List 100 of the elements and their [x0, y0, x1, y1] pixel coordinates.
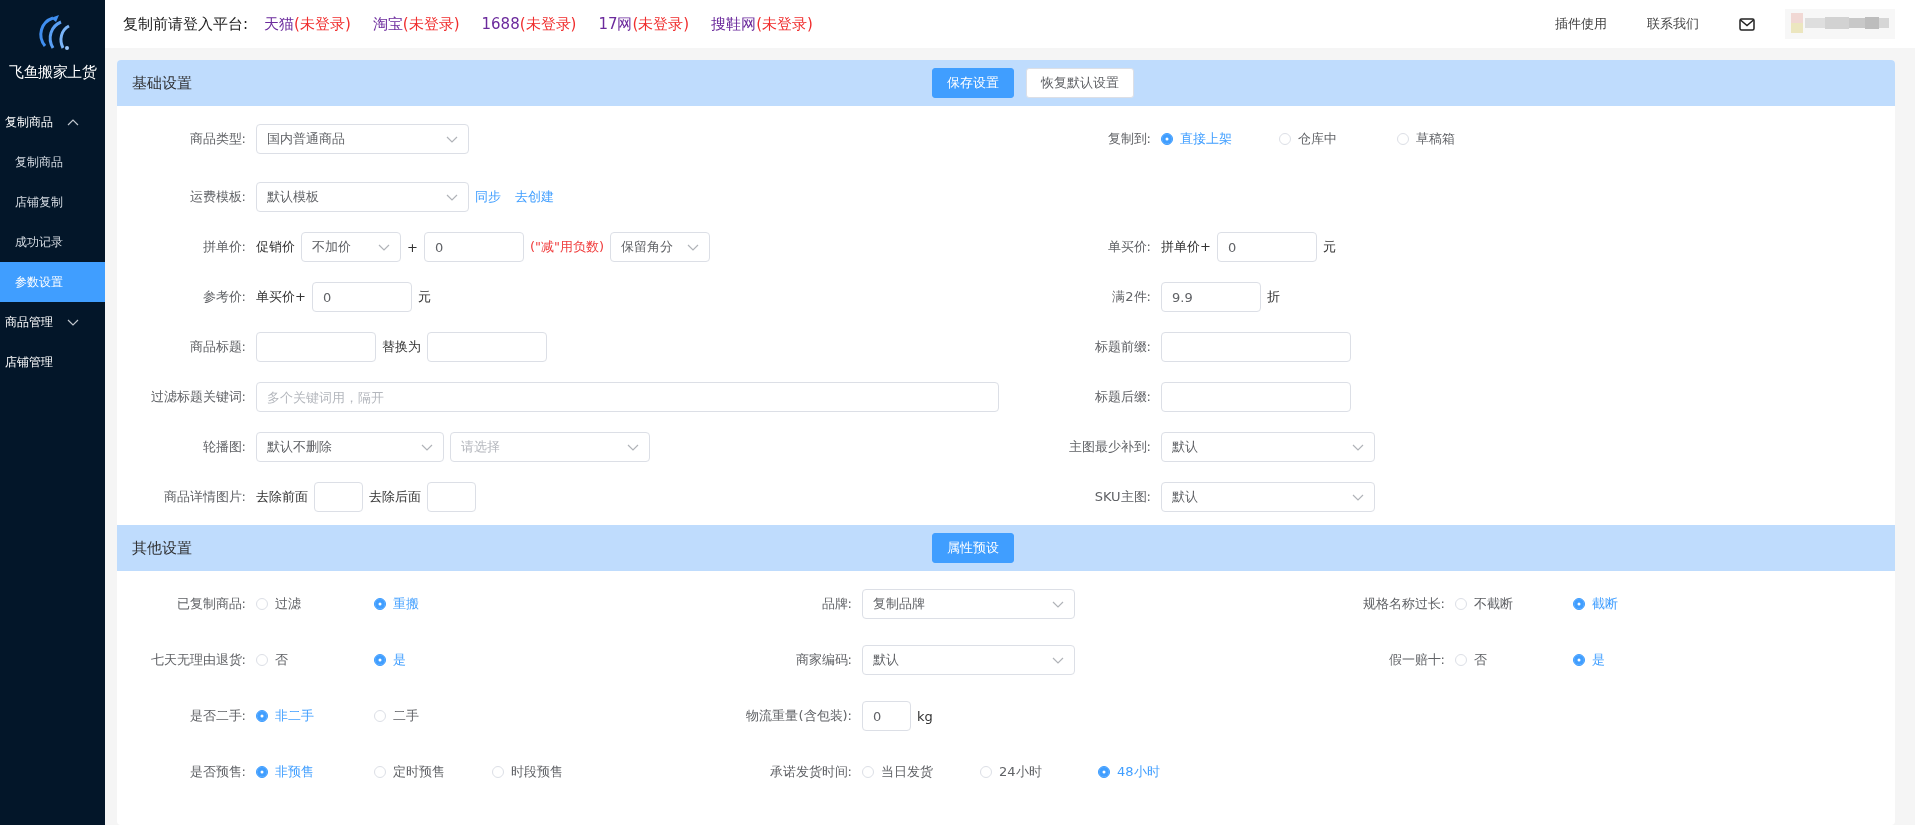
header-link[interactable]: 联系我们 — [1647, 15, 1699, 33]
select-field[interactable]: 保留角分 — [610, 232, 710, 262]
field-label: 商品标题: — [188, 338, 247, 356]
select-field[interactable]: 默认 — [862, 645, 1075, 675]
platform-link[interactable]: 搜鞋网(未登录) — [711, 14, 813, 34]
login-prompt: 复制前请登入平台: — [123, 14, 249, 34]
radio-option[interactable]: 过滤 — [256, 595, 374, 613]
field-label: 承诺发货时间: — [768, 763, 853, 781]
text-field[interactable]: 9.9 — [1161, 282, 1261, 312]
chevron-down-icon — [627, 442, 639, 452]
field-text: 单买价+ — [256, 288, 306, 306]
mail-icon[interactable] — [1739, 17, 1755, 31]
menu-item[interactable]: 店铺管理 — [0, 342, 105, 382]
select-field[interactable]: 默认 — [1161, 432, 1375, 462]
field-text: kg — [917, 708, 933, 724]
chevron-down-icon — [1052, 599, 1064, 609]
platform-link[interactable]: 淘宝(未登录) — [372, 14, 460, 34]
app-name: 飞鱼搬家上货 — [8, 63, 98, 82]
field-label: 复制到: — [1106, 130, 1152, 148]
text-field[interactable]: 0 — [1216, 232, 1317, 262]
menu-item[interactable]: 复制商品 — [0, 142, 105, 182]
field-label: 参考价: — [201, 288, 247, 306]
field-label: SKU主图: — [1093, 488, 1152, 506]
chevron-down-icon — [446, 134, 458, 144]
platform-link[interactable]: 1688(未登录) — [481, 14, 577, 34]
text-field[interactable]: 0 — [423, 232, 524, 262]
hint-text: ("减"用负数) — [529, 238, 604, 256]
text-field[interactable] — [427, 482, 476, 512]
radio-option[interactable]: 二手 — [374, 707, 419, 725]
field-label: 七天无理由退货: — [149, 651, 247, 669]
select-field[interactable]: 国内普通商品 — [256, 124, 469, 154]
field-label: 拼单价: — [201, 238, 247, 256]
menu-item[interactable]: 店铺复制 — [0, 182, 105, 222]
field-label: 满2件: — [1111, 288, 1152, 306]
select-field[interactable]: 默认 — [1161, 482, 1375, 512]
text-field[interactable] — [314, 482, 363, 512]
field-label: 是否二手: — [188, 707, 247, 725]
text-field[interactable]: 多个关键词用，隔开 — [256, 382, 999, 412]
field-label: 商品详情图片: — [162, 488, 247, 506]
chevron-down-icon — [1352, 492, 1364, 502]
chevron-down-icon — [1052, 655, 1064, 665]
section-title: 其他设置 — [131, 538, 193, 558]
field-label: 轮播图: — [201, 438, 247, 456]
field-text: 元 — [1322, 238, 1336, 256]
field-label: 规格名称过长: — [1361, 595, 1446, 613]
field-label: 物流重量(含包装): — [745, 707, 853, 725]
header-button[interactable]: 恢复默认设置 — [1026, 68, 1134, 98]
radio-option[interactable]: 定时预售 — [374, 763, 492, 781]
field-label: 标题前缀: — [1093, 338, 1152, 356]
field-label: 品牌: — [820, 595, 853, 613]
section-title: 基础设置 — [131, 73, 193, 93]
field-label: 商家编码: — [794, 651, 853, 669]
field-text: + — [407, 239, 418, 255]
header-link[interactable]: 插件使用 — [1555, 15, 1607, 33]
field-text: 替换为 — [382, 338, 421, 356]
field-text: 促销价 — [256, 238, 295, 256]
field-label: 标题后缀: — [1093, 388, 1152, 406]
menu-item[interactable]: 成功记录 — [0, 222, 105, 262]
radio-option[interactable]: 24小时 — [980, 763, 1098, 781]
field-label: 是否预售: — [188, 763, 247, 781]
text-field[interactable] — [427, 332, 547, 362]
field-label: 已复制商品: — [175, 595, 247, 613]
text-field[interactable] — [1161, 382, 1351, 412]
menu-item[interactable]: 商品管理 — [0, 302, 105, 342]
radio-option[interactable]: 时段预售 — [492, 763, 563, 781]
chevron-down-icon — [687, 242, 699, 252]
menu-item[interactable]: 复制商品 — [0, 102, 105, 142]
field-label: 主图最少补到: — [1067, 438, 1152, 456]
field-text: 折 — [1267, 288, 1280, 306]
field-label: 商品类型: — [188, 130, 247, 148]
field-text: 去除前面 — [256, 488, 308, 506]
select-field[interactable]: 默认模板 — [256, 182, 469, 212]
select-field[interactable]: 默认不删除 — [256, 432, 444, 462]
radio-option[interactable]: 否 — [256, 651, 374, 669]
radio-option[interactable]: 否 — [1455, 651, 1573, 669]
chevron-down-icon — [421, 442, 433, 452]
field-label: 假一赔十: — [1387, 651, 1446, 669]
field-label: 运费模板: — [188, 188, 247, 206]
text-field[interactable] — [256, 332, 376, 362]
field-label: 单买价: — [1106, 238, 1152, 256]
chevron-down-icon — [446, 192, 458, 202]
platform-link[interactable]: 17网(未登录) — [598, 14, 690, 34]
field-label: 过滤标题关键词: — [149, 388, 247, 406]
chevron-up-icon — [67, 117, 79, 127]
chevron-down-icon — [67, 317, 79, 327]
select-field[interactable]: 复制品牌 — [862, 589, 1075, 619]
field-text: 拼单价+ — [1161, 238, 1211, 256]
radio-option[interactable]: 当日发货 — [862, 763, 980, 781]
chevron-down-icon — [378, 242, 390, 252]
radio-option[interactable]: 草稿箱 — [1397, 130, 1455, 148]
select-field[interactable]: 不加价 — [301, 232, 401, 262]
radio-option[interactable]: 不截断 — [1455, 595, 1573, 613]
text-field[interactable]: 0 — [862, 701, 911, 731]
field-text: 元 — [417, 288, 431, 306]
chevron-down-icon — [1352, 442, 1364, 452]
radio-option[interactable]: 仓库中 — [1279, 130, 1397, 148]
text-field[interactable]: 0 — [311, 282, 412, 312]
platform-link[interactable]: 天猫(未登录) — [264, 14, 351, 34]
text-field[interactable] — [1161, 332, 1351, 362]
field-text: 去除后面 — [369, 488, 421, 506]
